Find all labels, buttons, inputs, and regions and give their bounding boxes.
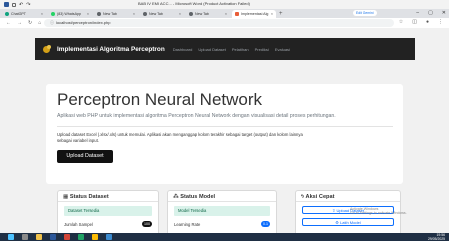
brand-title[interactable]: Implementasi Algoritma Perceptron xyxy=(57,46,165,53)
hero-lead: Aplikasi web PHP untuk implementasi algo… xyxy=(57,113,336,119)
nav-link-evaluasi[interactable]: Evaluasi xyxy=(275,47,290,52)
forward-icon[interactable]: → xyxy=(17,20,22,26)
brand-logo-icon xyxy=(43,44,51,53)
new-tab-button[interactable]: + xyxy=(279,10,283,18)
chart-icon: ⁂ xyxy=(173,194,179,200)
sample-count-row: Jumlah Sampel 100 xyxy=(64,221,152,227)
word-title-bar: ↶ ↷ BAB IV EMI ACC... - Microsoft Word (… xyxy=(0,0,449,9)
nav-link-prediksi[interactable]: Prediksi xyxy=(255,47,269,52)
browser-tab[interactable]: New Tab × xyxy=(94,10,138,18)
taskbar: 19:56 29/05/2025 xyxy=(0,233,449,241)
train-model-button[interactable]: ⚙ Latih Model xyxy=(302,218,394,226)
word-taskbar-icon[interactable] xyxy=(50,234,56,240)
page-title: Perceptron Neural Network xyxy=(57,90,263,109)
redo-icon[interactable]: ↷ xyxy=(26,2,30,8)
excel-taskbar-icon[interactable] xyxy=(78,234,84,240)
info-icon[interactable]: ⓘ xyxy=(50,20,54,25)
browser-tab[interactable]: New Tab × xyxy=(186,10,230,18)
reload-icon[interactable]: ↻ xyxy=(28,20,32,26)
status-badge: 0.1 xyxy=(261,221,270,227)
activate-windows-watermark: Activate Windows Go to Settings to activ… xyxy=(350,207,407,215)
chatgpt-icon xyxy=(5,12,9,16)
address-bar[interactable]: ⓘ localhost/perceptron/index.php xyxy=(44,19,394,27)
undo-icon[interactable]: ↶ xyxy=(19,2,23,8)
star-icon[interactable]: ☆ xyxy=(399,19,403,25)
close-tab-icon[interactable]: × xyxy=(41,12,43,16)
upload-dataset-button[interactable]: Upload Dataset xyxy=(57,150,113,163)
search-icon[interactable] xyxy=(22,234,28,240)
model-alert: Model Tersedia xyxy=(174,206,270,216)
profile-icon[interactable]: ● xyxy=(426,19,429,25)
page-icon xyxy=(235,12,239,16)
whatsapp-icon xyxy=(51,12,55,16)
back-icon[interactable]: ← xyxy=(6,20,11,26)
nav-link-pelatihan[interactable]: Pelatihan xyxy=(232,47,249,52)
start-icon[interactable] xyxy=(8,234,14,240)
home-icon[interactable]: ⌂ xyxy=(38,20,41,26)
system-clock[interactable]: 19:56 29/05/2025 xyxy=(428,233,445,241)
close-tab-icon[interactable]: × xyxy=(225,12,227,16)
menu-icon[interactable]: ⋮ xyxy=(438,19,443,25)
newtab-icon xyxy=(189,12,193,16)
minimize-button[interactable]: – xyxy=(416,10,419,16)
window-controls: – ▢ ✕ xyxy=(416,10,446,16)
newtab-icon xyxy=(97,12,101,16)
browser-tab[interactable]: New Tab × xyxy=(140,10,184,18)
app-taskbar-icon[interactable] xyxy=(64,234,70,240)
browser-tab[interactable]: ChatGPT × xyxy=(2,10,46,18)
status-badge: 100 xyxy=(142,221,152,227)
dataset-alert: Dataset Tersedia xyxy=(64,206,152,216)
vscode-taskbar-icon[interactable] xyxy=(106,234,112,240)
learning-rate-row: Learning Rate 0.1 xyxy=(174,221,270,227)
close-tab-icon[interactable]: × xyxy=(133,12,135,16)
browser-tab-active[interactable]: Implementasi Alg × xyxy=(232,10,276,18)
lightning-icon: ϟ xyxy=(301,194,304,200)
close-tab-icon[interactable]: × xyxy=(87,12,89,16)
address-row: ← → ↻ ⌂ ⓘ localhost/perceptron/index.php … xyxy=(0,18,449,28)
gemini-button[interactable]: Edit Gemini xyxy=(353,10,377,16)
close-button[interactable]: ✕ xyxy=(442,10,446,16)
window-title: BAB IV EMI ACC... - Microsoft Word (Prod… xyxy=(138,1,250,6)
navbar: Implementasi Algoritma Perceptron Dashbo… xyxy=(35,38,415,60)
save-icon[interactable] xyxy=(12,2,16,7)
hero-panel: Perceptron Neural Network Aplikasi web P… xyxy=(46,84,403,184)
word-icon xyxy=(4,2,9,7)
url-text: localhost/perceptron/index.php xyxy=(56,20,111,25)
nav-link-dashboard[interactable]: Dashboard xyxy=(173,47,193,52)
close-tab-icon[interactable]: × xyxy=(179,12,181,16)
maximize-button[interactable]: ▢ xyxy=(428,10,433,16)
folder-icon[interactable] xyxy=(36,234,42,240)
newtab-icon xyxy=(143,12,147,16)
browser-tab-strip: ChatGPT × (83) WhatsApp × New Tab × New Tab… xyxy=(0,9,449,18)
chrome-taskbar-icon[interactable] xyxy=(92,234,98,240)
hero-description: Upload dataset Excel (.xlsx/.xls) untuk … xyxy=(57,132,303,143)
browser-tab[interactable]: (83) WhatsApp × xyxy=(48,10,92,18)
close-tab-icon[interactable]: × xyxy=(271,12,273,16)
divider xyxy=(57,126,393,127)
nav-link-upload[interactable]: Upload Dataset xyxy=(198,47,226,52)
sidebar-icon[interactable]: ◫ xyxy=(412,19,417,25)
table-icon: ▦ xyxy=(63,194,69,200)
screen: ↶ ↷ BAB IV EMI ACC... - Microsoft Word (… xyxy=(0,0,449,241)
